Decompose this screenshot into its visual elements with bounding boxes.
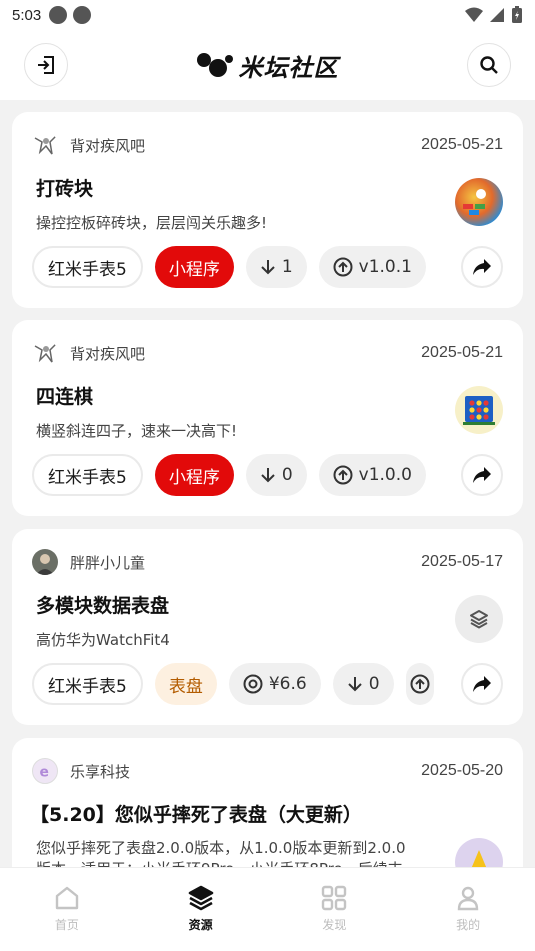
search-button[interactable] (467, 43, 511, 87)
share-icon (473, 259, 491, 275)
version-chip[interactable] (405, 663, 434, 705)
description-line: 您似乎摔死了表盘2.0.0版本，从1.0.0版本更新到2.0.0 (36, 839, 406, 857)
share-button[interactable] (461, 663, 503, 705)
upgrade-icon (410, 674, 430, 694)
share-button[interactable] (461, 454, 503, 496)
notification-icon (73, 6, 92, 24)
wifi-icon (465, 7, 483, 22)
resource-description: 操控控板碎砖块，层层闯关乐趣多! (36, 214, 268, 232)
tab-label: 我的 (456, 918, 481, 932)
post-date: 2025-05-21 (421, 136, 503, 153)
download-count-chip[interactable]: 1 (245, 246, 307, 288)
tab-label: 资源 (188, 918, 213, 932)
download-count: 1 (281, 257, 293, 277)
price-label: ¥6.6 (268, 674, 307, 694)
resource-thumbnail[interactable] (455, 178, 503, 226)
logo-icon (196, 51, 233, 79)
resource-card[interactable]: e 乐享科技 2025-05-20 【5.20】您似乎摔死了表盘（大更新） 您似… (12, 738, 523, 867)
post-date: 2025-05-20 (421, 762, 503, 779)
download-count: 0 (368, 674, 380, 694)
tab-home[interactable]: 首页 (0, 868, 134, 951)
app-title: 米坛社区 (238, 53, 339, 82)
upgrade-icon (333, 465, 353, 485)
status-bar: 5:03 (0, 0, 535, 30)
post-date: 2025-05-17 (421, 553, 503, 570)
device-chip[interactable]: 红米手表5 (32, 663, 143, 705)
resource-feed[interactable]: 背对疾风吧 2025-05-21 打砖块 操控控板碎砖块，层层闯关乐趣多! 红米… (0, 100, 535, 867)
notification-icon (49, 6, 68, 24)
device-chip[interactable]: 红米手表5 (32, 454, 143, 496)
author-avatar[interactable] (32, 132, 58, 158)
share-icon (473, 467, 491, 483)
resource-title[interactable]: 四连棋 (36, 382, 93, 409)
author-name[interactable]: 乐享科技 (70, 761, 130, 782)
status-indicators (465, 6, 523, 24)
layers-icon (188, 885, 213, 911)
tab-profile[interactable]: 我的 (401, 868, 535, 951)
svg-text:e: e (39, 765, 48, 781)
resource-description: 您似乎摔死了表盘2.0.0版本，从1.0.0版本更新到2.0.0 版本。适用于：… (36, 838, 446, 867)
logout-button[interactable] (24, 43, 68, 87)
resource-description: 高仿华为WatchFit4 (36, 631, 170, 649)
download-icon (261, 468, 275, 483)
signal-icon (490, 8, 504, 22)
tab-label: 发现 (322, 918, 347, 932)
person-icon (457, 886, 479, 911)
layers-icon (470, 610, 488, 629)
tab-label: 首页 (54, 918, 79, 932)
version-chip[interactable]: v1.0.1 (318, 246, 426, 288)
version-chip[interactable]: v1.0.0 (318, 454, 426, 496)
type-chip[interactable]: 表盘 (154, 663, 217, 705)
price-chip[interactable]: ¥6.6 (228, 663, 321, 705)
download-icon (347, 677, 362, 692)
upgrade-icon (333, 257, 353, 277)
resource-card[interactable]: 背对疾风吧 2025-05-21 打砖块 操控控板碎砖块，层层闯关乐趣多! 红米… (12, 112, 523, 308)
author-avatar[interactable]: e (32, 758, 58, 784)
resource-card[interactable]: 背对疾风吧 2025-05-21 四连棋 横竖斜连四子，速来一决高下! 红米手表… (12, 320, 523, 516)
download-count-chip[interactable]: 0 (332, 663, 394, 705)
author-name[interactable]: 背对疾风吧 (70, 135, 145, 156)
download-count: 0 (281, 465, 293, 485)
type-chip[interactable]: 小程序 (154, 246, 234, 288)
tab-discover[interactable]: 发现 (268, 868, 402, 951)
resource-title[interactable]: 多模块数据表盘 (36, 591, 169, 618)
version-label: v1.0.1 (358, 257, 412, 277)
watchface-placeholder-thumbnail[interactable] (455, 595, 503, 643)
share-button[interactable] (461, 246, 503, 288)
home-icon (55, 886, 79, 910)
status-time: 5:03 (12, 6, 42, 24)
resource-description: 横竖斜连四子，速来一决高下! (36, 422, 238, 440)
device-chip[interactable]: 红米手表5 (32, 246, 143, 288)
post-date: 2025-05-21 (421, 344, 503, 361)
author-avatar[interactable] (32, 340, 58, 366)
bottom-tab-bar: 首页 资源 发现 我的 (0, 867, 535, 951)
author-name[interactable]: 背对疾风吧 (70, 343, 145, 364)
app-header: 米坛社区 (0, 30, 535, 100)
download-count-chip[interactable]: 0 (245, 454, 307, 496)
tab-resources[interactable]: 资源 (134, 868, 268, 951)
battery-icon (512, 6, 522, 23)
app-logo: 米坛社区 (196, 48, 339, 83)
download-icon (261, 260, 275, 275)
resource-thumbnail[interactable] (455, 386, 503, 434)
version-label: v1.0.0 (358, 465, 412, 485)
coin-icon (243, 674, 263, 694)
author-name[interactable]: 胖胖小儿童 (70, 552, 145, 573)
resource-card[interactable]: 胖胖小儿童 2025-05-17 多模块数据表盘 高仿华为WatchFit4 红… (12, 529, 523, 725)
search-icon (480, 56, 498, 74)
resource-title[interactable]: 【5.20】您似乎摔死了表盘（大更新） (30, 800, 362, 827)
resource-title[interactable]: 打砖块 (36, 174, 93, 201)
logout-icon (38, 56, 54, 74)
resource-thumbnail[interactable] (455, 838, 503, 867)
author-avatar[interactable] (32, 549, 58, 575)
description-line: 版本。适用于：小米手环9Pro、小米手环8Pro，后续支 (36, 859, 446, 867)
share-icon (473, 676, 491, 692)
grid-icon (322, 885, 347, 911)
type-chip[interactable]: 小程序 (154, 454, 234, 496)
